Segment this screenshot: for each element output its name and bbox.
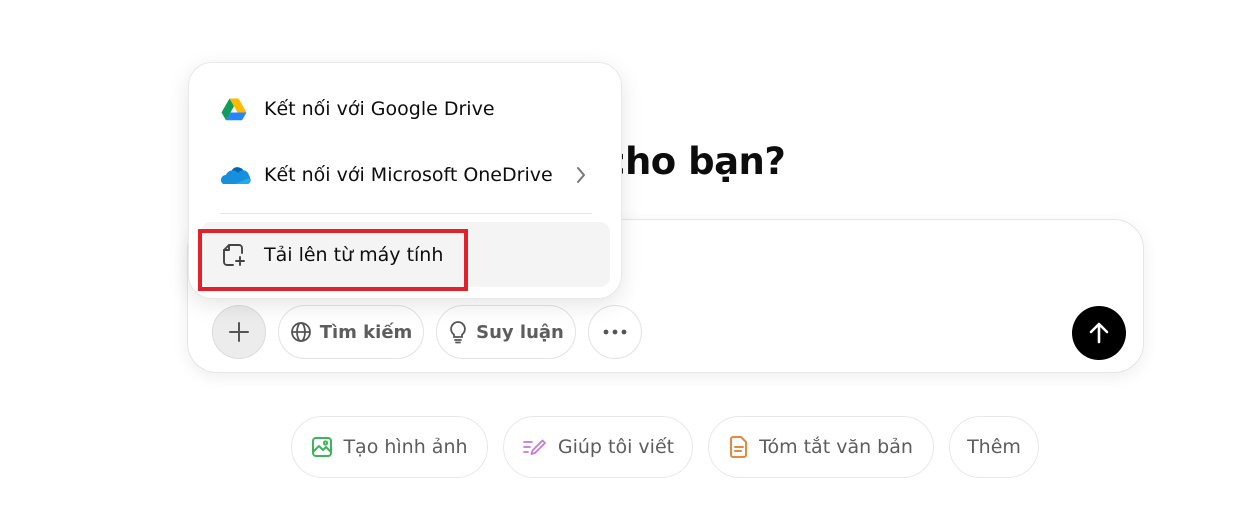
suggestion-summarize-text[interactable]: Tóm tắt văn bản xyxy=(708,416,934,478)
suggestion-help-write[interactable]: Giúp tôi viết xyxy=(503,416,693,478)
document-icon xyxy=(729,435,749,459)
suggestion-label: Tóm tắt văn bản xyxy=(759,436,913,458)
google-drive-icon xyxy=(221,98,247,121)
menu-item-label: Kết nối với Google Drive xyxy=(264,98,495,120)
pen-icon xyxy=(522,436,548,458)
suggestion-create-image[interactable]: Tạo hình ảnh xyxy=(291,416,488,478)
suggestion-label: Tạo hình ảnh xyxy=(343,436,468,458)
attachment-menu: Kết nối với Google Drive Kết nối với Mic… xyxy=(188,62,622,299)
arrow-up-icon xyxy=(1088,321,1110,345)
chevron-right-icon xyxy=(576,166,586,184)
menu-item-upload-from-computer[interactable]: Tải lên từ máy tính xyxy=(201,222,610,287)
menu-item-label: Kết nối với Microsoft OneDrive xyxy=(264,164,553,186)
menu-divider xyxy=(220,213,592,214)
plus-icon xyxy=(228,321,250,343)
lightbulb-icon xyxy=(448,320,468,344)
send-button[interactable] xyxy=(1072,306,1126,360)
menu-item-google-drive[interactable]: Kết nối với Google Drive xyxy=(201,78,610,140)
reason-tool-button[interactable]: Suy luận xyxy=(436,305,576,359)
search-tool-label: Tìm kiếm xyxy=(319,321,413,343)
more-dots-icon xyxy=(603,329,627,335)
upload-file-icon xyxy=(221,242,247,268)
globe-icon xyxy=(290,321,312,343)
suggestion-label: Thêm xyxy=(967,436,1021,458)
suggestion-more-button[interactable]: Thêm xyxy=(949,416,1039,478)
menu-item-onedrive[interactable]: Kết nối với Microsoft OneDrive xyxy=(201,144,610,206)
more-tools-button[interactable] xyxy=(588,305,642,359)
onedrive-icon xyxy=(221,165,251,185)
suggestion-label: Giúp tôi viết xyxy=(557,436,675,458)
search-tool-button[interactable]: Tìm kiếm xyxy=(278,305,424,359)
reason-tool-label: Suy luận xyxy=(476,321,564,343)
menu-item-label: Tải lên từ máy tính xyxy=(264,243,444,266)
add-attachment-button[interactable] xyxy=(212,305,266,359)
image-icon xyxy=(311,436,333,458)
